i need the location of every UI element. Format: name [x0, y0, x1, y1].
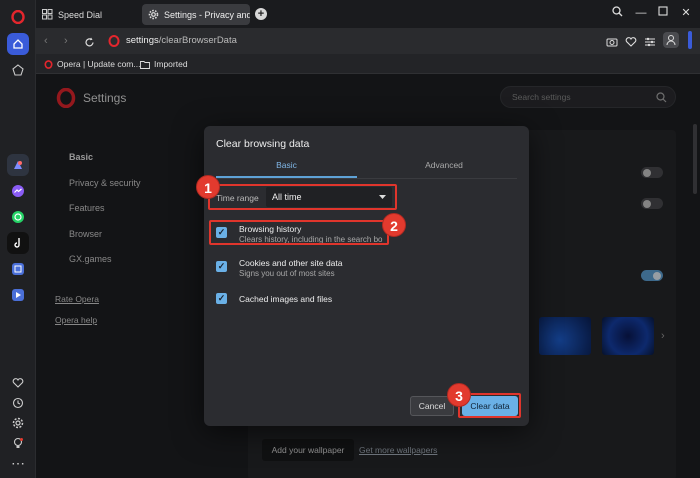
opera-icon	[44, 59, 53, 69]
tiktok-icon[interactable]	[7, 232, 29, 254]
tab-label: Settings - Privacy and sec	[164, 9, 250, 20]
profile-icon[interactable]	[663, 32, 679, 48]
aria-icon[interactable]	[7, 154, 29, 176]
bookmarks-bar: Opera | Update com... Imported	[36, 54, 700, 74]
cookies-checkbox[interactable]: ✓	[216, 261, 227, 272]
heart-icon[interactable]	[7, 372, 29, 394]
url-field[interactable]: settings/clearBrowserData	[126, 35, 237, 46]
bookmark-label: Imported	[154, 59, 188, 69]
tab-search-icon[interactable]	[610, 6, 624, 20]
player-icon[interactable]	[7, 284, 29, 306]
bookmark-label: Opera | Update com...	[57, 59, 141, 69]
browser-window: ⋯ Speed Dial Settings - Privacy and sec …	[0, 0, 700, 478]
tips-bulb-icon[interactable]	[7, 432, 29, 454]
cookies-title: Cookies and other site data	[239, 258, 343, 268]
tab-speed-dial[interactable]: Speed Dial	[36, 4, 140, 25]
annotation-box-browsing-history	[209, 220, 389, 245]
annotation-badge-1: 1	[196, 175, 220, 199]
tab-bar: Speed Dial Settings - Privacy and sec + …	[36, 0, 700, 28]
opera-sidebar: ⋯	[0, 0, 36, 478]
speed-dial-icon[interactable]	[7, 59, 29, 81]
tab-label: Speed Dial	[58, 9, 103, 20]
bookmark-heart-icon[interactable]	[625, 35, 637, 47]
opera-site-icon	[108, 34, 120, 47]
home-icon[interactable]	[7, 33, 29, 55]
back-icon[interactable]: ‹	[44, 35, 48, 47]
tab-settings[interactable]: Settings - Privacy and sec	[142, 4, 250, 25]
more-dots-icon[interactable]: ⋯	[7, 452, 29, 474]
url-host: settings	[126, 35, 159, 46]
grid-icon	[42, 9, 53, 20]
maximize-icon[interactable]	[656, 6, 670, 20]
reload-icon[interactable]	[84, 35, 95, 47]
bookmark-imported[interactable]: Imported	[140, 59, 188, 69]
whatsapp-icon[interactable]	[7, 206, 29, 228]
gear-icon	[148, 9, 159, 20]
close-icon[interactable]: ✕	[679, 6, 693, 20]
dialog-title: Clear browsing data	[216, 138, 310, 150]
url-path: /clearBrowserData	[158, 35, 237, 46]
opera-logo-icon[interactable]	[7, 6, 29, 28]
clear-browsing-data-dialog: Clear browsing data Basic Advanced Time …	[204, 126, 529, 426]
annotation-box-time-range	[208, 184, 397, 210]
cached-images-checkbox[interactable]: ✓	[216, 293, 227, 304]
folder-icon	[140, 60, 150, 69]
vk-icon[interactable]	[7, 258, 29, 280]
settings-gear-icon[interactable]	[7, 412, 29, 434]
forward-icon[interactable]: ›	[64, 35, 68, 47]
camera-icon[interactable]	[606, 35, 618, 47]
new-tab-plus-icon[interactable]: +	[255, 8, 267, 20]
messenger-icon[interactable]	[7, 180, 29, 202]
history-icon[interactable]	[7, 392, 29, 414]
cached-images-title: Cached images and files	[239, 294, 333, 304]
tab-divider	[216, 178, 517, 179]
minimize-icon[interactable]: —	[634, 6, 648, 20]
address-bar-row: ‹ › settings/clearBrowserData	[36, 28, 700, 54]
sidebar-toggle-icon[interactable]	[688, 31, 692, 49]
annotation-badge-2: 2	[382, 213, 406, 237]
tab-advanced[interactable]: Advanced	[364, 160, 524, 178]
cookies-subtitle: Signs you out of most sites	[239, 269, 335, 278]
bookmark-opera-update[interactable]: Opera | Update com...	[44, 59, 140, 69]
easy-setup-icon[interactable]	[644, 35, 656, 47]
annotation-badge-3: 3	[447, 383, 471, 407]
